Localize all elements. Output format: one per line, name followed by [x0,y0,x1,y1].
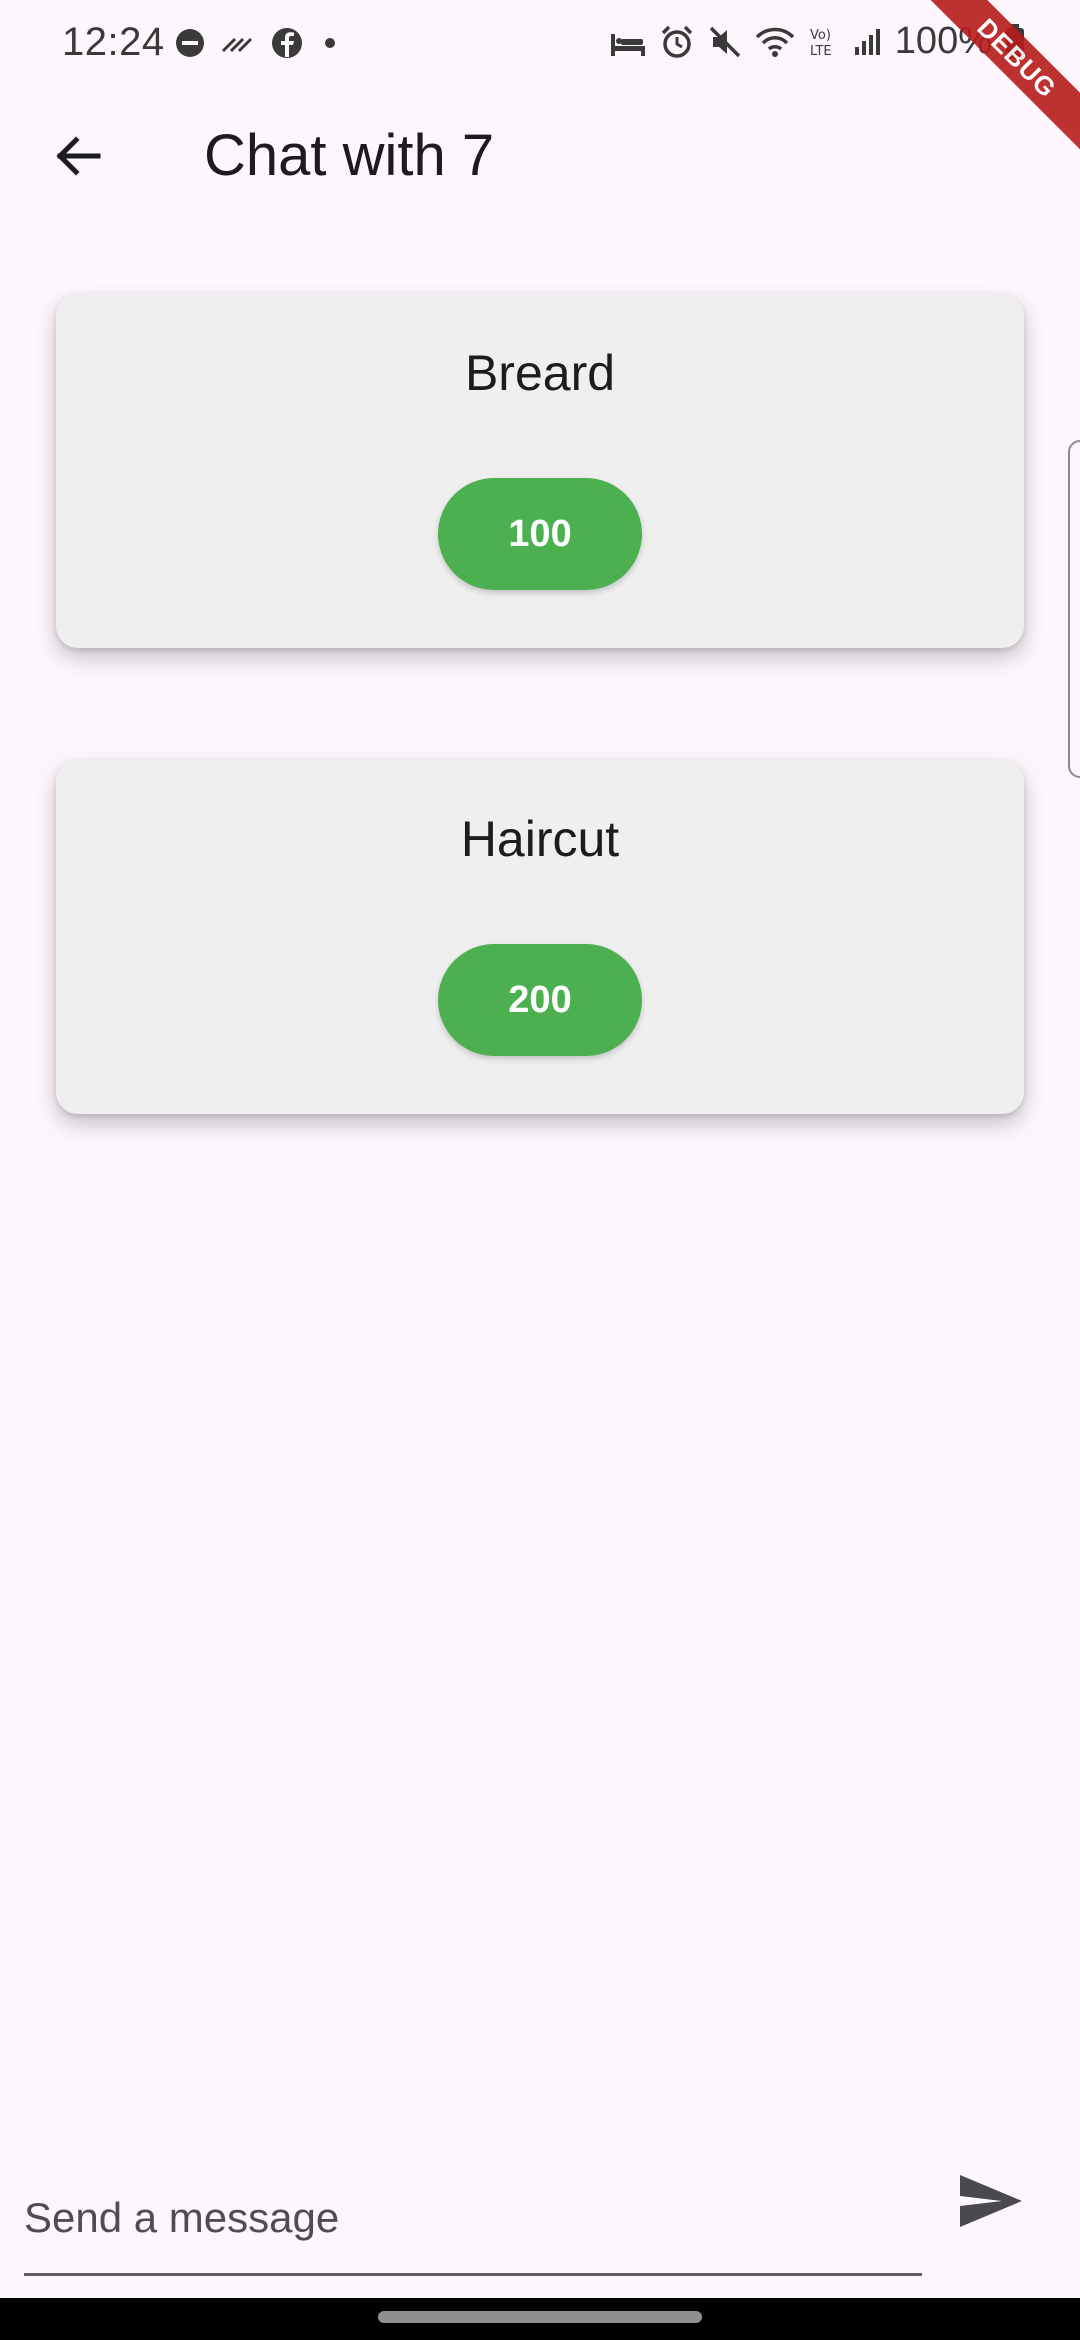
mute-icon [707,24,743,60]
send-button[interactable] [946,2156,1036,2246]
status-bar: 12:24 Vo) LTE 100% [0,0,1080,90]
home-handle[interactable] [378,2311,702,2323]
service-card: Breard 100 [56,294,1024,648]
message-input[interactable] [24,2152,922,2273]
send-icon [958,2173,1024,2229]
status-left-icons [174,26,342,60]
price-button[interactable]: 100 [438,478,642,590]
sleep-mode-icon [609,26,647,58]
notification-dot-icon [318,31,342,55]
back-button[interactable] [40,118,116,194]
price-button[interactable]: 200 [438,944,642,1056]
service-name: Breard [464,345,616,401]
message-field [24,2152,922,2276]
service-card: Haircut 200 [56,760,1024,1114]
volte-icon: Vo) LTE [807,24,841,60]
edge-scroll-handle[interactable] [1068,440,1080,778]
arrow-back-icon [52,130,104,182]
signal-icon [853,27,883,57]
status-time: 12:24 [62,20,165,64]
facebook-icon [270,26,304,60]
page-title: Chat with 7 [204,123,495,188]
alarm-icon [659,24,695,60]
svg-text:LTE: LTE [810,44,832,59]
missed-call-icon [220,27,256,59]
system-nav-bar [0,2298,1080,2340]
svg-text:Vo): Vo) [810,28,831,43]
chat-screen: 12:24 Vo) LTE 100% DEBUG Chat with 7 Bre… [0,0,1080,2340]
wifi-icon [755,25,795,59]
service-name: Haircut [460,811,620,867]
dnd-icon [174,27,206,59]
app-bar: Chat with 7 [0,90,1080,220]
